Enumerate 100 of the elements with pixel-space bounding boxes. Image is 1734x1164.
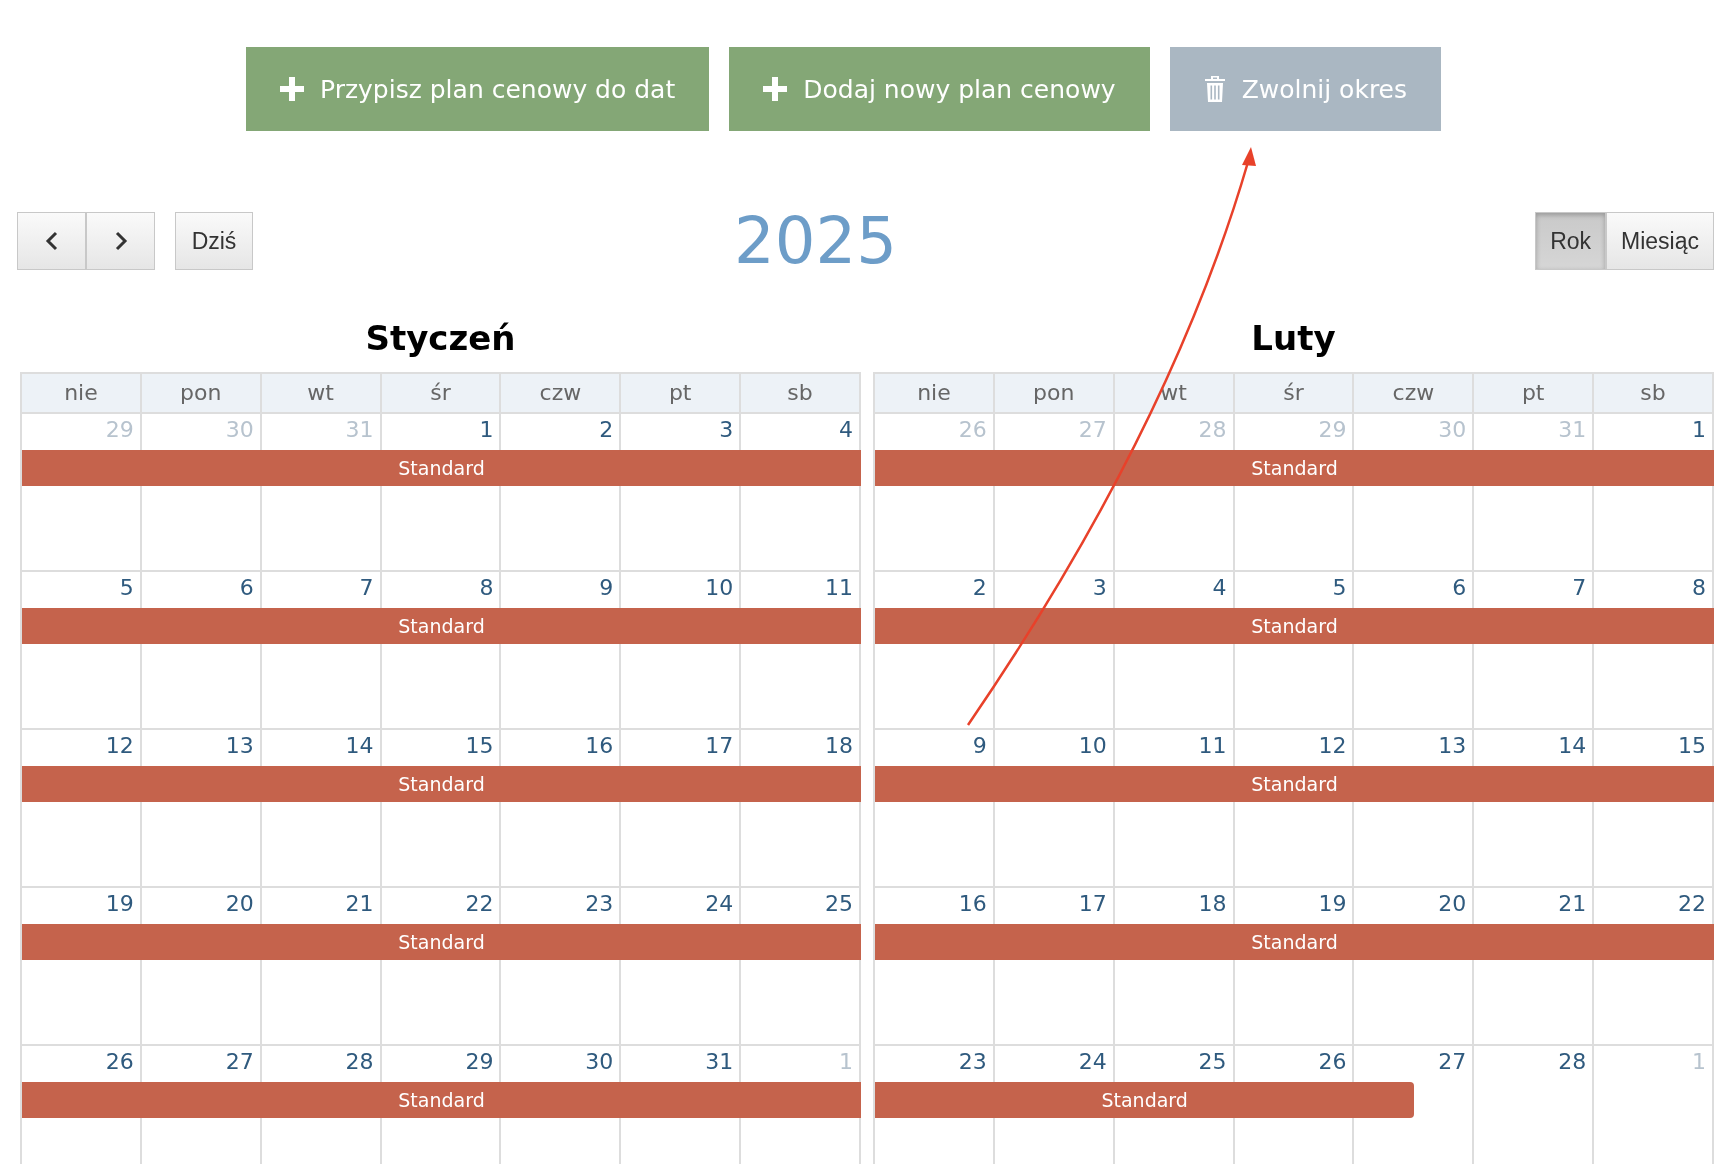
- view-tab[interactable]: Miesiąc: [1606, 212, 1714, 270]
- day-number: 25: [825, 891, 853, 916]
- chevron-right-icon: [113, 231, 128, 251]
- today-button[interactable]: Dziś: [175, 212, 253, 270]
- day-number: 1: [1692, 1049, 1706, 1074]
- price-plan-bar[interactable]: Standard: [875, 924, 1714, 960]
- weekday-header: wt: [261, 374, 382, 412]
- chevron-left-icon: [44, 231, 59, 251]
- day-number: 2: [599, 417, 614, 442]
- day-number: 28: [1198, 417, 1227, 442]
- day-number: 22: [1678, 891, 1706, 916]
- day-number: 19: [105, 891, 134, 916]
- day-number: 6: [1452, 575, 1467, 600]
- day-number: 8: [1692, 575, 1706, 600]
- plus-icon: [280, 77, 304, 101]
- weekday-header: sb: [741, 374, 861, 412]
- day-number: 29: [105, 417, 134, 442]
- day-number: 29: [465, 1049, 494, 1074]
- day-number: 3: [719, 417, 734, 442]
- day-number: 15: [1678, 733, 1706, 758]
- day-number: 9: [972, 733, 987, 758]
- day-number: 23: [958, 1049, 987, 1074]
- price-plan-bar[interactable]: Standard: [875, 450, 1714, 486]
- view-tab[interactable]: Rok: [1535, 212, 1607, 270]
- weekday-header: czw: [501, 374, 622, 412]
- day-number: 17: [705, 733, 734, 758]
- price-plan-bar[interactable]: Standard: [22, 608, 861, 644]
- day-number: 7: [359, 575, 374, 600]
- day-number: 11: [825, 575, 853, 600]
- day-number: 15: [465, 733, 494, 758]
- day-number: 1: [479, 417, 494, 442]
- day-number: 24: [705, 891, 734, 916]
- day-number: 6: [239, 575, 254, 600]
- day-number: 22: [465, 891, 494, 916]
- day-number: 17: [1078, 891, 1107, 916]
- day-number: 11: [1198, 733, 1227, 758]
- price-plan-bar[interactable]: Standard: [22, 1082, 861, 1118]
- day-number: 20: [225, 891, 254, 916]
- price-plan-bar[interactable]: Standard: [22, 924, 861, 960]
- weekday-header: sb: [1594, 374, 1714, 412]
- day-number: 13: [1438, 733, 1467, 758]
- day-number: 20: [1438, 891, 1467, 916]
- day-number: 12: [105, 733, 134, 758]
- day-number: 18: [825, 733, 853, 758]
- day-number: 30: [585, 1049, 614, 1074]
- day-number: 24: [1078, 1049, 1107, 1074]
- weekday-header: pon: [141, 374, 262, 412]
- day-number: 14: [1558, 733, 1587, 758]
- day-number: 27: [225, 1049, 254, 1074]
- price-plan-bar[interactable]: Standard: [875, 766, 1714, 802]
- weekday-header: wt: [1114, 374, 1235, 412]
- plus-icon: [763, 77, 788, 101]
- day-number: 14: [345, 733, 374, 758]
- day-number: 8: [479, 575, 494, 600]
- day-number: 26: [1318, 1049, 1347, 1074]
- day-number: 31: [1558, 417, 1587, 442]
- day-number: 7: [1572, 575, 1587, 600]
- price-plan-bar[interactable]: Standard: [875, 1082, 1415, 1118]
- weekday-header: pon: [994, 374, 1115, 412]
- day-number: 26: [958, 417, 987, 442]
- price-plan-bar[interactable]: Standard: [22, 766, 861, 802]
- day-number: 5: [119, 575, 134, 600]
- day-number: 16: [958, 891, 987, 916]
- day-number: 9: [599, 575, 614, 600]
- day-number: 3: [1092, 575, 1107, 600]
- day-number: 2: [972, 575, 987, 600]
- weekday-header: pt: [1474, 374, 1595, 412]
- day-number: 1: [1692, 417, 1706, 442]
- day-number: 26: [105, 1049, 134, 1074]
- day-number: 19: [1318, 891, 1347, 916]
- weekday-header: pt: [621, 374, 742, 412]
- day-number: 30: [225, 417, 254, 442]
- previous-button[interactable]: [17, 212, 86, 270]
- day-number: 31: [345, 417, 374, 442]
- day-number: 10: [705, 575, 734, 600]
- day-number: 29: [1318, 417, 1347, 442]
- trash-icon: [1203, 75, 1226, 103]
- next-button[interactable]: [86, 212, 155, 270]
- weekday-header: śr: [1234, 374, 1355, 412]
- day-number: 10: [1078, 733, 1107, 758]
- day-number: 27: [1438, 1049, 1467, 1074]
- day-number: 4: [1212, 575, 1227, 600]
- day-number: 28: [1558, 1049, 1587, 1074]
- weekday-header: nie: [22, 374, 142, 412]
- day-number: 30: [1438, 417, 1467, 442]
- day-number: 13: [225, 733, 254, 758]
- day-number: 12: [1318, 733, 1347, 758]
- day-number: 28: [345, 1049, 374, 1074]
- day-number: 16: [585, 733, 614, 758]
- day-number: 31: [705, 1049, 734, 1074]
- day-cell[interactable]: 28: [1474, 1046, 1595, 1164]
- day-number: 21: [345, 891, 374, 916]
- day-number: 21: [1558, 891, 1587, 916]
- price-plan-bar[interactable]: Standard: [22, 450, 861, 486]
- day-number: 23: [585, 891, 614, 916]
- price-plan-bar[interactable]: Standard: [875, 608, 1714, 644]
- day-number: 25: [1198, 1049, 1227, 1074]
- day-number: 1: [839, 1049, 853, 1074]
- day-number: 27: [1078, 417, 1107, 442]
- day-number: 18: [1198, 891, 1227, 916]
